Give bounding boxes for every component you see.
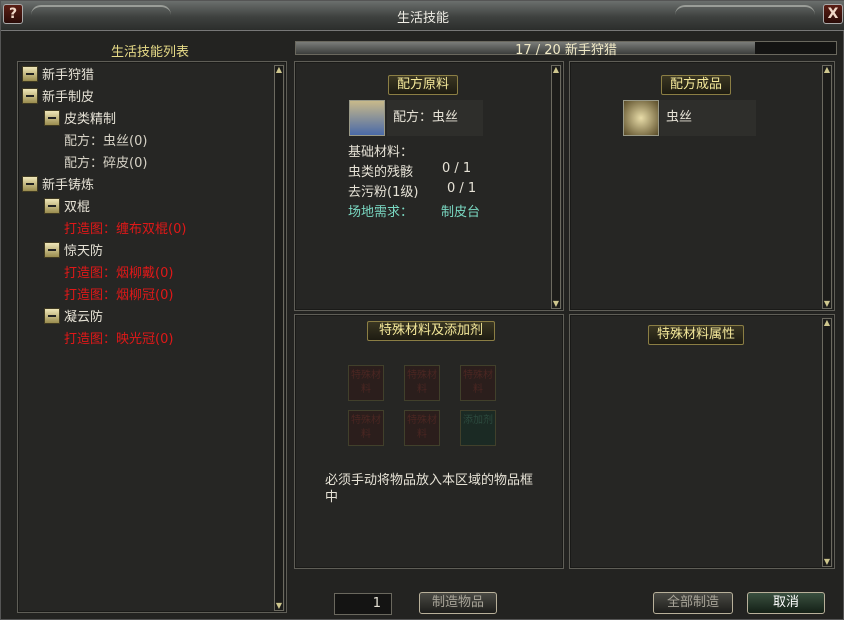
tree-item[interactable]: 皮类精制 [44, 110, 116, 130]
scroll-up-icon[interactable]: ▲ [823, 66, 831, 74]
tree-item-label: 凝云防 [64, 310, 104, 325]
tree-item[interactable]: 打造图：缠布双棍(0) [64, 220, 186, 240]
tree-item[interactable]: 双棍 [44, 198, 90, 218]
life-skill-window: 生活技能 ? X 生活技能列表 新手狩猎新手制皮皮类精制配方：虫丝(0) 配方：碎… [0, 0, 844, 620]
collapse-icon[interactable] [22, 88, 38, 104]
product-header: 配方成品 [661, 75, 731, 95]
special-slot[interactable]: 特殊材料 [460, 365, 496, 401]
make-all-button[interactable]: 全部制造 [653, 592, 733, 614]
recipe-name: 配方：虫丝 [387, 100, 483, 136]
skill-tree-panel: 新手狩猎新手制皮皮类精制配方：虫丝(0) 配方：碎皮(0) 新手铸炼双棍打造图：缠布… [17, 61, 287, 613]
site-requirement-label: 场地需求： [348, 205, 414, 220]
tree-item[interactable]: 惊天防 [44, 242, 103, 262]
tree-item-label: 配方：碎皮(0) [64, 156, 148, 171]
progress-text: 17 / 20 新手狩猎 [515, 43, 617, 58]
collapse-icon[interactable] [44, 242, 60, 258]
tree-item-label: 打造图：映光冠(0) [64, 332, 174, 347]
tree-item-label: 打造图：缠布双棍(0) [64, 222, 187, 237]
special-materials-panel: 特殊材料及添加剂 特殊材料 特殊材料 特殊材料 特殊材料 特殊材料 添加剂 必须… [294, 314, 564, 569]
scroll-down-icon[interactable]: ▼ [275, 602, 283, 610]
window-title: 生活技能 [396, 11, 449, 26]
material-count: 0 / 1 [442, 161, 472, 176]
base-materials-label: 基础材料： [348, 145, 414, 160]
scroll-up-icon[interactable]: ▲ [823, 319, 831, 327]
make-item-button[interactable]: 制造物品 [419, 592, 497, 614]
tree-item-label: 配方：虫丝(0) [64, 134, 148, 149]
special-header: 特殊材料及添加剂 [367, 321, 495, 341]
additive-slot[interactable]: 添加剂 [460, 410, 496, 446]
special-slot[interactable]: 特殊材料 [404, 410, 440, 446]
tree-item[interactable]: 配方：虫丝(0) [64, 132, 147, 152]
product-scrollbar[interactable]: ▲ ▼ [822, 65, 832, 309]
quantity-input[interactable]: 1 [334, 593, 392, 615]
scroll-down-icon[interactable]: ▼ [823, 300, 831, 308]
special-attributes-panel: 特殊材料属性 ▲ ▼ [569, 314, 835, 569]
product-panel: 配方成品 虫丝 ▲ ▼ [569, 61, 835, 311]
scroll-icon[interactable] [349, 100, 385, 136]
tree-item[interactable]: 凝云防 [44, 308, 103, 328]
special-slot[interactable]: 特殊材料 [348, 365, 384, 401]
skull-icon[interactable] [623, 100, 659, 136]
collapse-icon[interactable] [44, 308, 60, 324]
tree-item[interactable]: 新手狩猎 [22, 66, 94, 86]
tree-item-label: 打造图：烟柳戴(0) [64, 266, 174, 281]
tree-item[interactable]: 新手铸炼 [22, 176, 94, 196]
skill-list-header: 生活技能列表 [111, 45, 190, 60]
title-bar[interactable]: 生活技能 ? X [1, 1, 844, 31]
materials-panel: 配方原料 配方：虫丝 基础材料： 虫类的残骸 0 / 1 去污粉(1级) 0 /… [294, 61, 564, 311]
cancel-button[interactable]: 取消 [747, 592, 825, 614]
tree-item-label: 新手制皮 [42, 90, 95, 105]
tree-item[interactable]: 打造图：烟柳戴(0) [64, 264, 173, 284]
material-count: 0 / 1 [447, 181, 477, 196]
tree-item[interactable]: 配方：碎皮(0) [64, 154, 147, 174]
attributes-scrollbar[interactable]: ▲ ▼ [822, 318, 832, 567]
scroll-down-icon[interactable]: ▼ [552, 300, 560, 308]
tree-item[interactable]: 打造图：映光冠(0) [64, 330, 173, 350]
help-icon[interactable]: ? [3, 4, 23, 24]
tree-item[interactable]: 新手制皮 [22, 88, 94, 108]
collapse-icon[interactable] [44, 110, 60, 126]
tree-item[interactable]: 打造图：烟柳冠(0) [64, 286, 173, 306]
tree-item-label: 新手铸炼 [42, 178, 95, 193]
tree-item-label: 双棍 [64, 200, 91, 215]
tree-item-label: 惊天防 [64, 244, 104, 259]
collapse-icon[interactable] [22, 176, 38, 192]
materials-header: 配方原料 [388, 75, 458, 95]
scroll-up-icon[interactable]: ▲ [275, 66, 283, 74]
tree-item-label: 皮类精制 [64, 112, 117, 127]
tree-item-label: 打造图：烟柳冠(0) [64, 288, 174, 303]
special-slot[interactable]: 特殊材料 [404, 365, 440, 401]
material-name: 去污粉(1级) [348, 185, 419, 200]
scroll-down-icon[interactable]: ▼ [823, 558, 831, 566]
site-requirement-value: 制皮台 [441, 205, 481, 220]
material-name: 虫类的残骸 [348, 165, 414, 180]
materials-scrollbar[interactable]: ▲ ▼ [551, 65, 561, 309]
tree-item-label: 新手狩猎 [42, 68, 95, 83]
scroll-up-icon[interactable]: ▲ [552, 66, 560, 74]
product-name: 虫丝 [660, 100, 756, 136]
collapse-icon[interactable] [44, 198, 60, 214]
special-slot[interactable]: 特殊材料 [348, 410, 384, 446]
skill-tree-scrollbar[interactable]: ▲ ▼ [274, 65, 284, 611]
collapse-icon[interactable] [22, 66, 38, 82]
close-icon[interactable]: X [823, 4, 843, 24]
special-note: 必须手动将物品放入本区域的物品框中 [325, 473, 534, 505]
attributes-header: 特殊材料属性 [648, 325, 744, 345]
